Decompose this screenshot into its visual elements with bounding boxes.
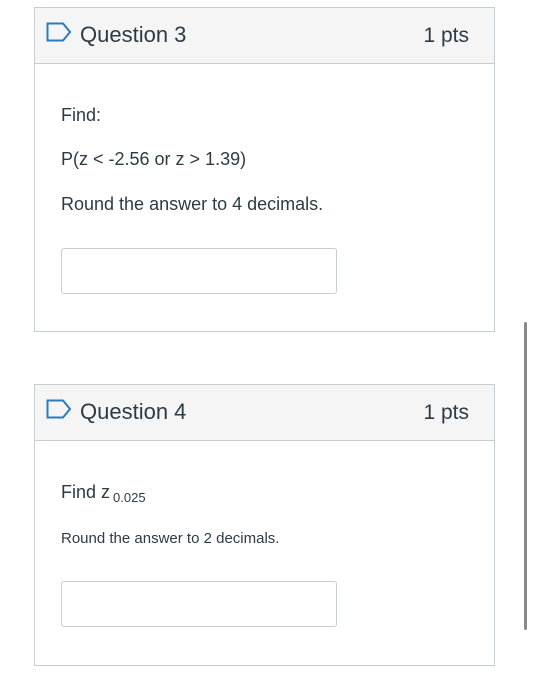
question-4-instruction: Round the answer to 2 decimals. — [61, 530, 280, 547]
question-3-answer-input[interactable] — [61, 248, 337, 294]
question-4-header: Question 4 1 pts — [35, 385, 494, 441]
question-4-find-text: Find z 0.025 — [61, 482, 146, 505]
vertical-scrollbar[interactable] — [524, 322, 527, 630]
question-3-card: Question 3 1 pts Find: P(z < -2.56 or z … — [34, 7, 495, 332]
question-3-probability-expression: P(z < -2.56 or z > 1.39) — [61, 149, 247, 169]
flag-icon[interactable] — [46, 399, 72, 419]
question-3-title: Question 3 — [80, 22, 187, 47]
question-4-answer-input[interactable] — [61, 581, 337, 627]
question-3-points: 1 pts — [423, 24, 469, 47]
question-4-title: Question 4 — [80, 399, 187, 424]
question-4-find-prefix: Find z — [61, 482, 111, 502]
question-3-instruction: Round the answer to 4 decimals. — [61, 194, 324, 214]
question-3-header: Question 3 1 pts — [35, 8, 494, 64]
question-4-points: 1 pts — [423, 401, 469, 424]
question-4-find-subscript: 0.025 — [113, 490, 146, 505]
flag-icon[interactable] — [46, 22, 72, 42]
question-3-find-label: Find: — [61, 105, 102, 125]
question-4-card: Question 4 1 pts Find z 0.025 Round the a… — [34, 384, 495, 666]
